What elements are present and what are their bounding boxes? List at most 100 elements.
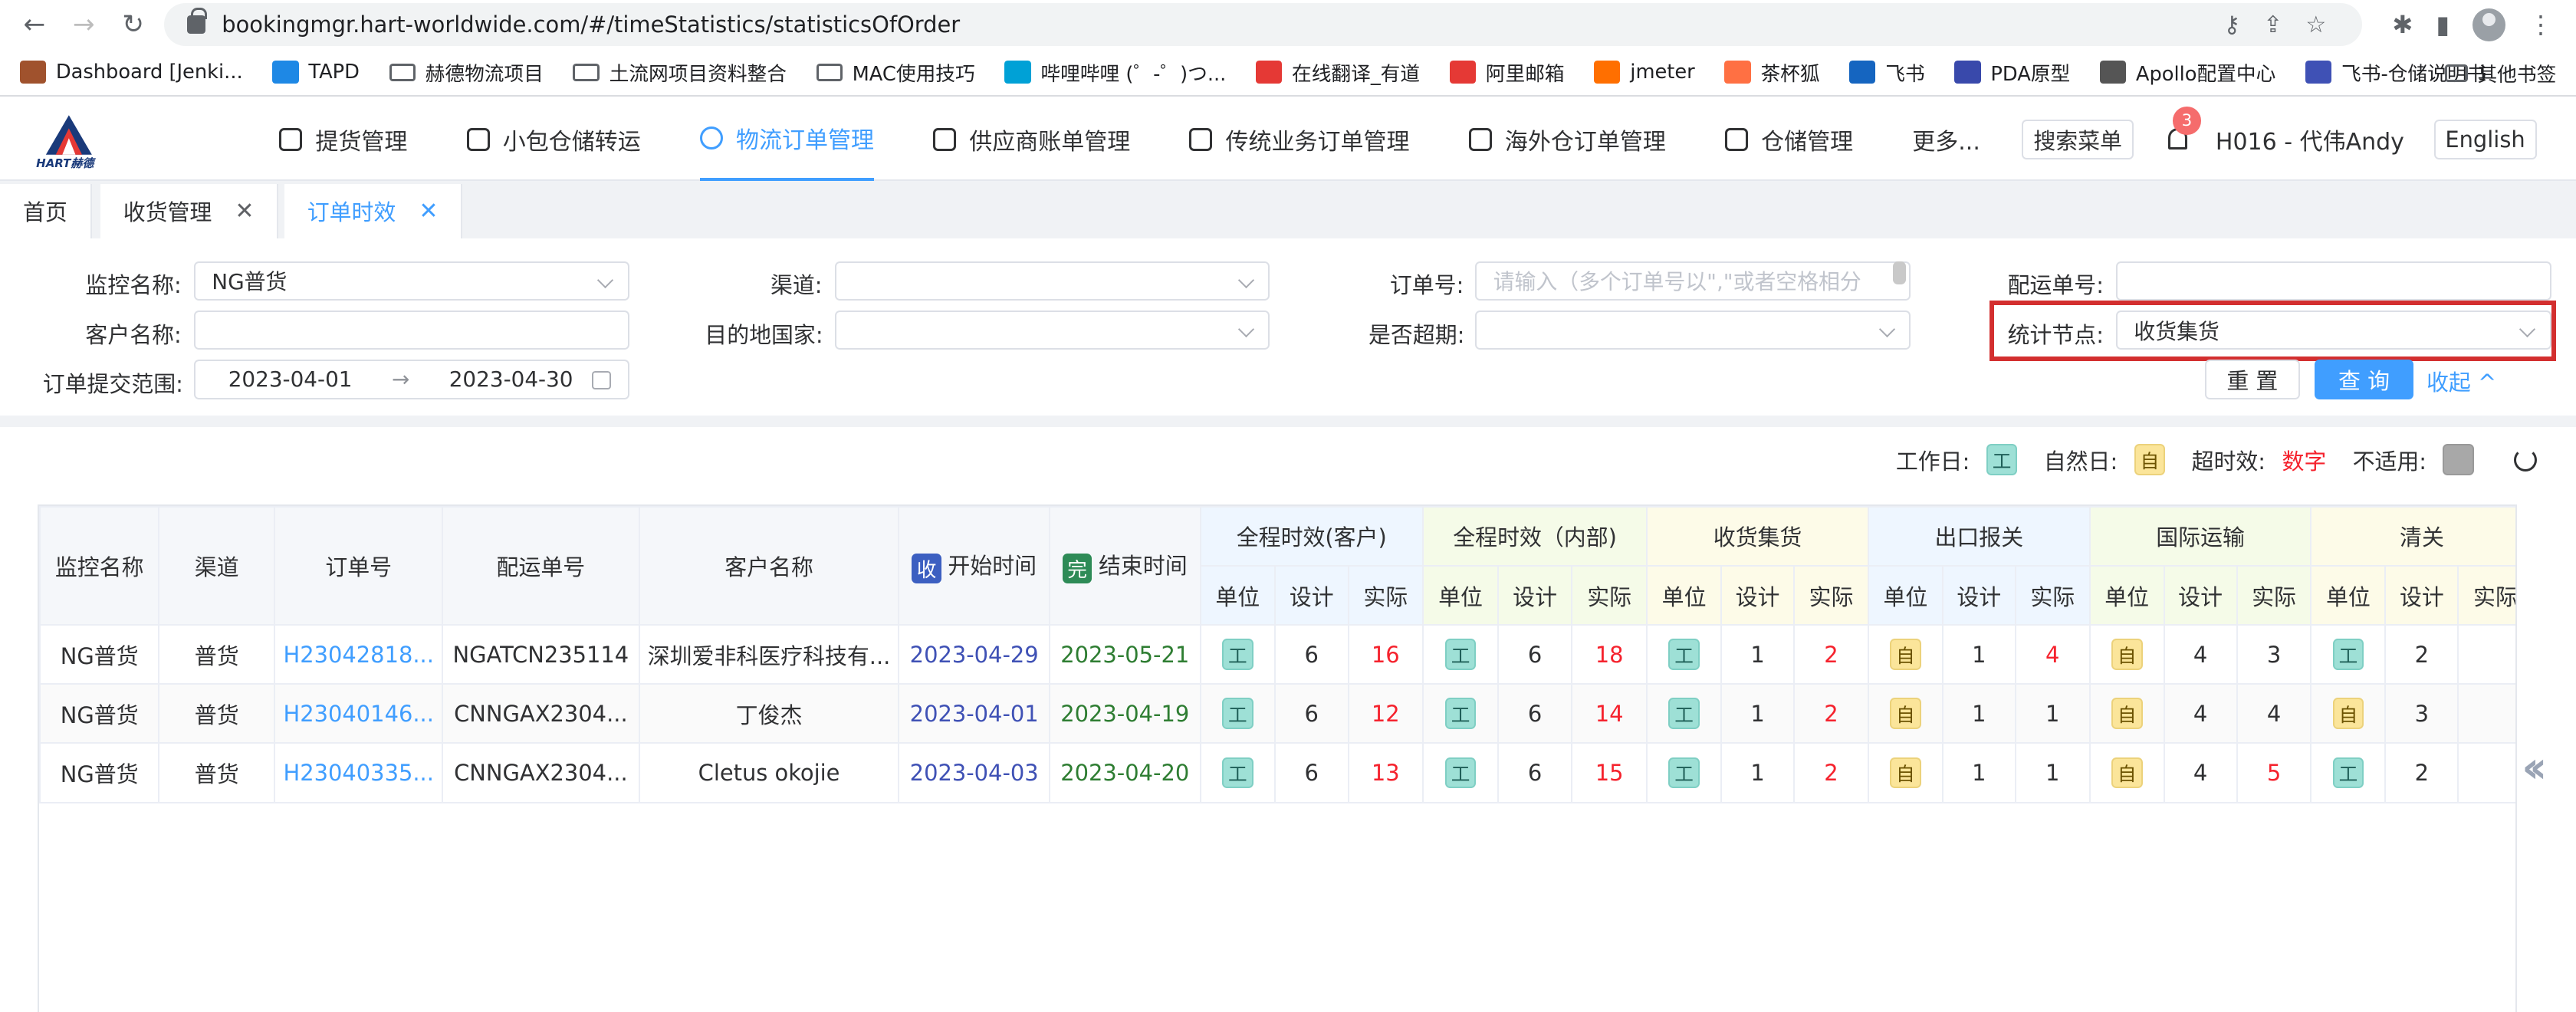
- legend-na-label: 不适用:: [2352, 448, 2427, 475]
- refresh-icon[interactable]: [2513, 448, 2537, 472]
- tab-item[interactable]: 收货管理 ✕: [100, 183, 279, 238]
- nav-item[interactable]: 供应商账单管理: [933, 99, 1130, 181]
- bookmark-item[interactable]: MAC使用技巧: [816, 58, 975, 87]
- bookmark-item[interactable]: Dashboard [Jenki...: [19, 61, 243, 84]
- nav-item[interactable]: 更多...: [1912, 99, 1980, 181]
- order-link[interactable]: H23040335...: [274, 742, 444, 803]
- reload-icon[interactable]: ↻: [108, 9, 157, 40]
- forward-icon[interactable]: →: [59, 9, 108, 40]
- sub-header: 单位: [1867, 564, 1944, 626]
- table-row[interactable]: NG普货 普货 H23042818... NGATCN235114 深圳爱非科医疗科技有…: [39, 624, 2534, 685]
- bookmark-item[interactable]: 土流网项目资料整合: [573, 58, 787, 87]
- search-menu-button[interactable]: 搜索菜单: [2022, 120, 2134, 159]
- sidepanel-icon[interactable]: ▮: [2436, 10, 2450, 39]
- sub-header: 设计: [2384, 564, 2459, 626]
- cell-end-time: 2023-04-19: [1048, 683, 1201, 744]
- bookmark-item[interactable]: 飞书: [1849, 58, 1925, 87]
- nav-icon: [1468, 128, 1492, 152]
- sub-header: 设计: [2163, 564, 2238, 626]
- bookmark-item[interactable]: jmeter: [1594, 61, 1695, 84]
- cell-actual: 16: [1347, 624, 1424, 685]
- customer-name-input[interactable]: [193, 310, 629, 350]
- bookmark-item[interactable]: 在线翻译_有道: [1255, 58, 1420, 87]
- legend: 工作日: 工 自然日: 自 超时效: 数字 不适用:: [1896, 444, 2537, 476]
- bookmark-item[interactable]: 茶杯狐: [1724, 58, 1820, 87]
- language-button[interactable]: English: [2433, 120, 2537, 159]
- nav-icon: [933, 128, 957, 152]
- tab-item[interactable]: 订单时效 ✕: [284, 183, 463, 238]
- submit-range-picker[interactable]: 2023-04-01 → 2023-04-30: [193, 360, 629, 399]
- address-bar[interactable]: bookingmgr.hart-worldwide.com/#/timeStat…: [164, 3, 2363, 46]
- cell-monitor: NG普货: [39, 683, 160, 744]
- channel-select[interactable]: [834, 261, 1270, 301]
- nav-icon: [1189, 128, 1213, 152]
- key-icon[interactable]: ⚷: [2223, 12, 2240, 38]
- order-link[interactable]: H23040146...: [274, 683, 444, 744]
- dest-country-select[interactable]: [834, 310, 1270, 350]
- monitor-name-select[interactable]: NG普货: [193, 261, 629, 301]
- close-icon[interactable]: ✕: [235, 198, 254, 225]
- nav-item[interactable]: 海外仓订单管理: [1468, 99, 1666, 181]
- legend-overtime-label: 超时效:: [2191, 448, 2266, 475]
- cell-end-time: 2023-04-20: [1048, 742, 1201, 803]
- nav-item[interactable]: 物流订单管理: [699, 99, 874, 181]
- cell-delivery: NGATCN235114: [442, 624, 640, 685]
- cell-design: 1: [1941, 624, 2016, 685]
- column-header: 渠道: [158, 505, 276, 626]
- header-tag: 收: [912, 554, 941, 584]
- table-row[interactable]: NG普货 普货 H23040146... CNNGAX2304... 丁俊杰 2023-0…: [39, 683, 2534, 744]
- share-icon[interactable]: ⇪: [2263, 12, 2282, 38]
- order-link[interactable]: H23042818...: [274, 624, 444, 685]
- profile-avatar[interactable]: [2472, 8, 2505, 41]
- nav-item[interactable]: 提货管理: [279, 99, 407, 181]
- bookmark-item[interactable]: 哔哩哔哩 (゜-゜)つ...: [1004, 58, 1226, 87]
- unit-tag: 工: [1221, 698, 1254, 730]
- statistics-table: 监控名称 渠道 订单号 配运单号 客户名称收开始时间完结束时间 全程时效(客户) 全程时效（…: [38, 504, 2535, 1012]
- tab-item[interactable]: 首页: [0, 183, 92, 238]
- unit-tag: 工: [1668, 698, 1700, 730]
- bookmark-item[interactable]: TAPD: [272, 61, 360, 84]
- textarea-scrollbar[interactable]: [1892, 261, 1906, 284]
- expand-panel-icon[interactable]: ‹‹: [2522, 743, 2548, 793]
- bookmark-other[interactable]: 其他书签: [2444, 49, 2556, 97]
- extensions-icon[interactable]: ✱: [2392, 10, 2413, 39]
- order-no-input[interactable]: 请输入（多个订单号以","或者空格相分: [1475, 261, 1911, 301]
- nav-item[interactable]: 传统业务订单管理: [1189, 99, 1410, 181]
- company-logo[interactable]: HART赫德: [36, 112, 102, 171]
- bookmark-item[interactable]: 赫德物流项目: [389, 58, 544, 87]
- cell-unit: 工: [1199, 683, 1276, 744]
- cell-design: 2: [2384, 624, 2459, 685]
- cell-unit: 自: [1867, 683, 1944, 744]
- nav-item[interactable]: 小包仓储转运: [466, 99, 641, 181]
- stat-node-highlight: [1990, 301, 2557, 362]
- query-button[interactable]: 查 询: [2315, 360, 2413, 399]
- cell-design: 6: [1497, 624, 1573, 685]
- overdue-select[interactable]: [1475, 310, 1911, 350]
- cell-design: 6: [1497, 742, 1573, 803]
- unit-tag: 工: [1444, 757, 1477, 789]
- nav-item[interactable]: 仓储管理: [1724, 99, 1853, 181]
- delivery-no-input[interactable]: [2116, 261, 2551, 301]
- cell-unit: 自: [2088, 683, 2165, 744]
- range-end: 2023-04-30: [449, 366, 573, 393]
- reset-button[interactable]: 重 置: [2204, 360, 2300, 399]
- group-header: 收货集货: [1646, 505, 1869, 567]
- sub-header: 设计: [1720, 564, 1796, 626]
- group-header: 清关: [2310, 505, 2534, 567]
- page-root: ← → ↻ bookingmgr.hart-worldwide.com/#/ti…: [0, 0, 2576, 1012]
- bookmark-item[interactable]: PDA原型: [1954, 58, 2070, 87]
- back-icon[interactable]: ←: [10, 9, 59, 40]
- nav-icon: [279, 128, 303, 152]
- menu-icon[interactable]: ⋮: [2528, 10, 2553, 39]
- star-icon[interactable]: ☆: [2305, 12, 2326, 38]
- cell-design: 1: [1720, 683, 1796, 744]
- table-row[interactable]: NG普货 普货 H23040335... CNNGAX2304... Cletus ok…: [39, 742, 2534, 803]
- bookmark-item[interactable]: Apollo配置中心: [2099, 58, 2275, 87]
- collapse-link[interactable]: 收起 ^: [2426, 365, 2496, 397]
- legend-na-tag: [2443, 444, 2475, 475]
- close-icon[interactable]: ✕: [419, 198, 438, 225]
- notification-bell-icon[interactable]: 3: [2163, 107, 2201, 156]
- bookmark-item[interactable]: 阿里邮箱: [1449, 58, 1565, 87]
- user-name[interactable]: H016 - 代伟Andy: [2216, 123, 2404, 156]
- column-header: 收开始时间: [898, 505, 1050, 626]
